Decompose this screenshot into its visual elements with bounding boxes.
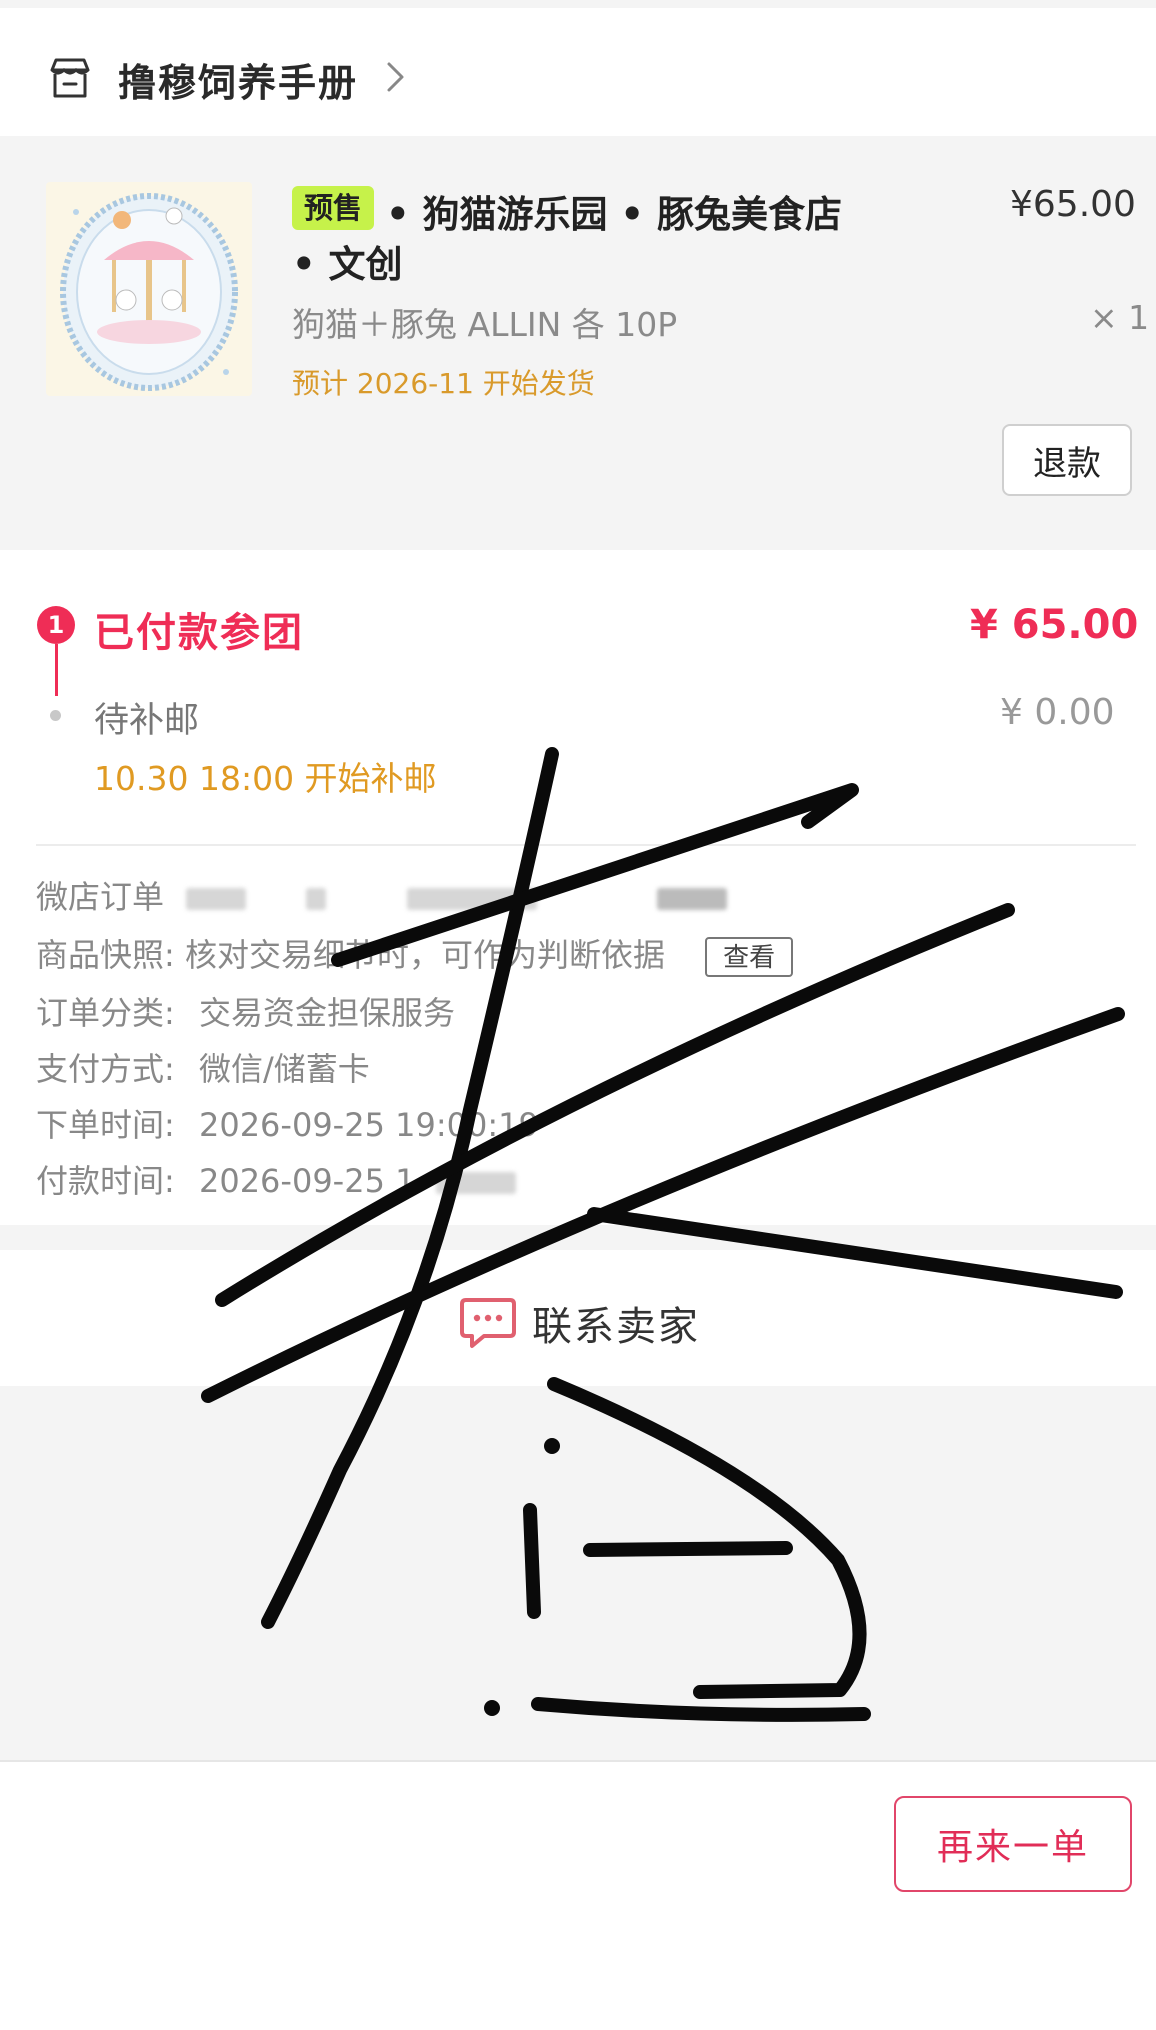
order-status-section: 1 已付款参团 ¥ 65.00 待补邮 ¥ 0.00 10.30 18:00 开… <box>0 550 1156 1225</box>
shop-name[interactable]: 撸穆饲养手册 <box>118 52 358 107</box>
category-value: 交易资金担保服务 <box>198 994 455 1032</box>
snapshot-view-button[interactable]: 查看 <box>705 937 794 977</box>
product-spec: 狗猫＋豚兔 ALLIN 各 10P <box>292 305 678 344</box>
postage-note: 10.30 18:00 开始补邮 <box>94 759 437 798</box>
redacted-text <box>406 888 537 910</box>
payment-method-label: 支付方式: <box>36 1050 175 1088</box>
payment-method-row: 支付方式: 微信/储蓄卡 <box>36 1044 370 1090</box>
status-postage-amount: ¥ 0.00 <box>1000 692 1115 733</box>
pay-time-row: 付款时间: 2026-09-25 1 <box>36 1156 516 1202</box>
order-number-row: 微店订单 <box>36 872 727 918</box>
order-time-value: 2026-09-25 19:00:19 <box>198 1106 539 1144</box>
category-row: 订单分类: 交易资金担保服务 <box>36 988 455 1034</box>
divider <box>36 844 1136 846</box>
snapshot-row: 商品快照: 核对交易细节时，可作为判断依据 查看 <box>36 930 794 977</box>
bottom-action-bar: 再来一单 <box>0 1760 1156 2030</box>
order-time-row: 下单时间: 2026-09-25 19:00:19 <box>36 1100 539 1146</box>
redacted-text <box>186 888 247 910</box>
refund-button[interactable]: 退款 <box>1002 424 1132 496</box>
status-paid-label: 已付款参团 <box>94 610 304 656</box>
chat-bubble-icon <box>458 1294 518 1352</box>
divider <box>0 1760 1156 1762</box>
payment-method-value: 微信/储蓄卡 <box>198 1050 370 1088</box>
step-indicator-pending <box>50 710 61 721</box>
status-paid-amount: ¥ 65.00 <box>970 602 1139 648</box>
contact-seller-label[interactable]: 联系卖家 <box>532 1294 700 1352</box>
order-time-label: 下单时间: <box>36 1106 175 1144</box>
redacted-text <box>306 888 327 910</box>
product-title[interactable]: • 狗猫游乐园 • 豚兔美食店 <box>386 184 842 238</box>
step-connector <box>55 644 58 696</box>
pay-time-value: 2026-09-25 1 <box>198 1162 416 1200</box>
ship-estimate: 预计 2026-11 开始发货 <box>292 367 595 400</box>
reorder-button[interactable]: 再来一单 <box>894 1796 1132 1892</box>
status-postage-label: 待补邮 <box>94 701 200 741</box>
step-indicator: 1 <box>37 606 75 644</box>
category-label: 订单分类: <box>36 994 175 1032</box>
snapshot-value: 核对交易细节时，可作为判断依据 <box>184 936 665 974</box>
shop-header[interactable]: 撸穆饲养手册 <box>0 8 1156 136</box>
product-thumbnail[interactable] <box>46 182 252 396</box>
snapshot-label: 商品快照: <box>36 936 175 974</box>
shop-icon <box>46 54 94 102</box>
pay-time-label: 付款时间: <box>36 1162 175 1200</box>
chevron-right-icon[interactable] <box>382 60 408 94</box>
product-card[interactable]: 预售 • 狗猫游乐园 • 豚兔美食店 • 文创 ¥65.00 狗猫＋豚兔 ALL… <box>0 138 1156 550</box>
product-title-continued[interactable]: • 文创 <box>292 234 403 288</box>
product-price: ¥65.00 <box>1010 184 1136 225</box>
presale-badge: 预售 <box>292 186 375 230</box>
redacted-text <box>435 1172 516 1194</box>
contact-seller-button[interactable]: 联系卖家 <box>0 1250 1156 1386</box>
order-number-label: 微店订单 <box>36 878 165 916</box>
redacted-text <box>656 888 727 910</box>
product-quantity: × 1 <box>1090 298 1150 337</box>
